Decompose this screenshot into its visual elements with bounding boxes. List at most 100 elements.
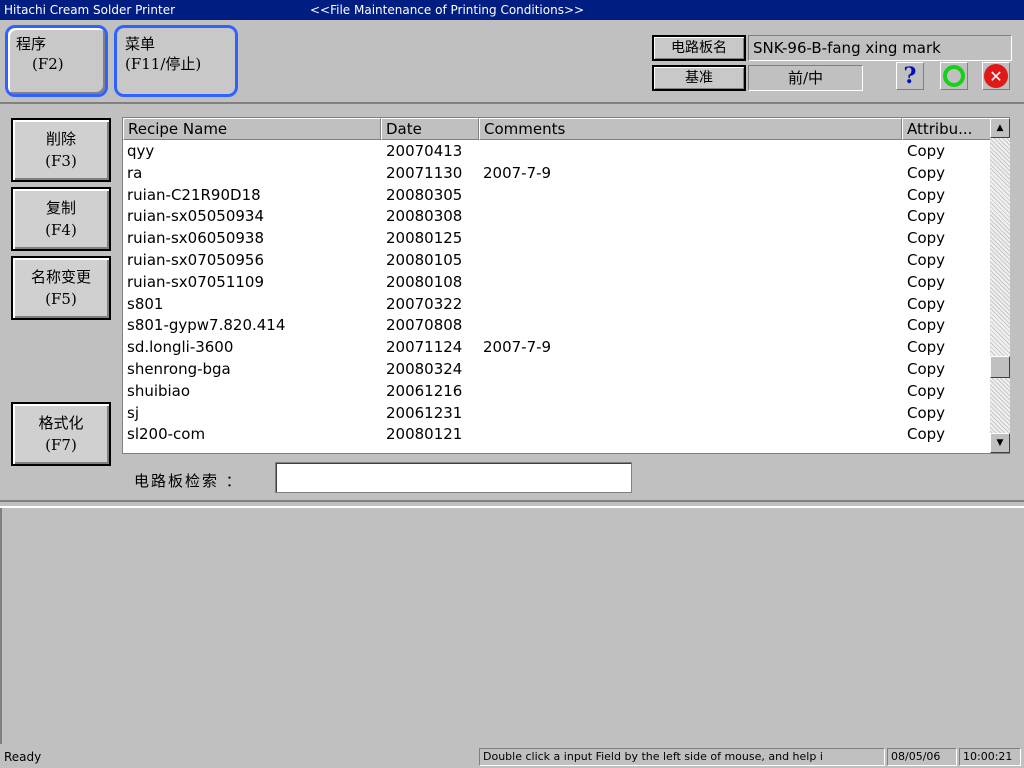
menu-mode-label: 菜单 bbox=[125, 35, 156, 53]
date-cell: 20061231 bbox=[386, 403, 463, 422]
arrow-down-icon: ▼ bbox=[996, 438, 1004, 448]
comment-cell: 2007-7-9 bbox=[483, 163, 552, 182]
recipe-name-cell: sj bbox=[127, 403, 139, 422]
title-bar: Hitachi Cream Solder Printer <<File Main… bbox=[0, 0, 1024, 20]
delete-button[interactable]: 削除 (F3) bbox=[11, 118, 111, 182]
table-row[interactable]: s801 20070322 Copy bbox=[123, 294, 991, 316]
attribute-cell: Copy bbox=[907, 425, 946, 444]
copy-button-key: (F4) bbox=[45, 221, 77, 239]
attribute-cell: Copy bbox=[907, 250, 946, 269]
arrow-up-icon: ▲ bbox=[996, 123, 1004, 133]
attribute-cell: Copy bbox=[907, 359, 946, 378]
table-row[interactable]: shuibiao 20061216 Copy bbox=[123, 381, 991, 403]
recipe-table: Recipe Name Date Comments Attribu... qyy… bbox=[122, 117, 1010, 454]
recipe-name-cell: ruian-sx05050934 bbox=[127, 207, 264, 226]
date-cell: 20080125 bbox=[386, 229, 463, 248]
scrollbar-thumb[interactable] bbox=[990, 356, 1010, 378]
attribute-cell: Copy bbox=[907, 207, 946, 226]
attribute-cell: Copy bbox=[907, 163, 946, 182]
table-row[interactable]: ruian-C21R90D18 20080305 Copy bbox=[123, 185, 991, 207]
status-hint: Double click a input Field by the left s… bbox=[479, 748, 885, 766]
attribute-cell: Copy bbox=[907, 185, 946, 204]
table-body: qyy 20070413 Copy ra 20071130 2007-7-9 Copy r… bbox=[123, 141, 991, 453]
attribute-cell: Copy bbox=[907, 229, 946, 248]
rename-button-label: 名称变更 bbox=[30, 268, 91, 286]
delete-button-key: (F3) bbox=[45, 152, 77, 170]
ok-circle-icon bbox=[943, 65, 965, 87]
table-header: Recipe Name Date Comments Attribu... bbox=[123, 118, 991, 140]
top-panel: 程序 (F2) 菜单 (F11/停止) 电路板名 SNK-96-B-fang x… bbox=[0, 20, 1024, 104]
table-row[interactable]: sl200-com 20080121 Copy bbox=[123, 424, 991, 446]
program-mode-label: 程序 bbox=[16, 35, 47, 53]
date-cell: 20080324 bbox=[386, 359, 463, 378]
table-row[interactable]: qyy 20070413 Copy bbox=[123, 141, 991, 163]
status-date: 08/05/06 bbox=[887, 748, 957, 766]
cancel-button[interactable]: ✕ bbox=[982, 62, 1010, 90]
copy-button-label: 复制 bbox=[45, 199, 76, 217]
table-row[interactable]: s801-gypw7.820.414 20070808 Copy bbox=[123, 315, 991, 337]
column-header-comments[interactable]: Comments bbox=[479, 118, 902, 140]
recipe-name-cell: sd.longli-3600 bbox=[127, 338, 234, 357]
attribute-cell: Copy bbox=[907, 272, 946, 291]
date-cell: 20080105 bbox=[386, 250, 463, 269]
status-ready-text: Ready bbox=[4, 750, 42, 764]
recipe-name-cell: ruian-sx07050956 bbox=[127, 250, 264, 269]
board-name-value[interactable]: SNK-96-B-fang xing mark bbox=[748, 35, 1012, 61]
attribute-cell: Copy bbox=[907, 381, 946, 400]
table-row[interactable]: shenrong-bga 20080324 Copy bbox=[123, 359, 991, 381]
column-header-attribute[interactable]: Attribu... bbox=[902, 118, 991, 140]
column-header-recipe-name[interactable]: Recipe Name bbox=[123, 118, 381, 140]
table-row[interactable]: ruian-sx06050938 20080125 Copy bbox=[123, 228, 991, 250]
column-header-date[interactable]: Date bbox=[381, 118, 479, 140]
rename-button-key: (F5) bbox=[45, 290, 77, 308]
date-cell: 20080108 bbox=[386, 272, 463, 291]
table-row[interactable]: ra 20071130 2007-7-9 Copy bbox=[123, 163, 991, 185]
table-row[interactable]: ruian-sx07051109 20080108 Copy bbox=[123, 272, 991, 294]
comment-cell: 2007-7-9 bbox=[483, 338, 552, 357]
status-bar: Ready Double click a input Field by the … bbox=[0, 746, 1024, 768]
recipe-name-cell: ruian-C21R90D18 bbox=[127, 185, 261, 204]
attribute-cell: Copy bbox=[907, 294, 946, 313]
program-mode-button[interactable]: 程序 (F2) bbox=[5, 25, 108, 97]
board-search-input[interactable] bbox=[275, 462, 632, 493]
menu-mode-button[interactable]: 菜单 (F11/停止) bbox=[114, 25, 238, 97]
reference-label: 基准 bbox=[652, 65, 746, 91]
date-cell: 20071130 bbox=[386, 163, 463, 182]
attribute-cell: Copy bbox=[907, 403, 946, 422]
panel-divider bbox=[0, 500, 1024, 508]
menu-mode-key: (F11/停止) bbox=[125, 55, 202, 73]
table-row[interactable]: sd.longli-3600 20071124 2007-7-9 Copy bbox=[123, 337, 991, 359]
date-cell: 20080305 bbox=[386, 185, 463, 204]
board-name-label: 电路板名 bbox=[652, 35, 746, 61]
board-search-label: 电路板检索 ： bbox=[134, 472, 243, 490]
screen-title: <<File Maintenance of Printing Condition… bbox=[310, 3, 585, 17]
recipe-name-cell: s801-gypw7.820.414 bbox=[127, 316, 286, 335]
copy-button[interactable]: 复制 (F4) bbox=[11, 187, 111, 251]
attribute-cell: Copy bbox=[907, 316, 946, 335]
recipe-name-cell: qyy bbox=[127, 142, 155, 160]
table-row[interactable]: sj 20061231 Copy bbox=[123, 403, 991, 425]
recipe-name-cell: shuibiao bbox=[127, 381, 191, 400]
table-row[interactable]: ruian-sx05050934 20080308 Copy bbox=[123, 206, 991, 228]
recipe-name-cell: ra bbox=[127, 163, 143, 182]
scroll-up-button[interactable]: ▲ bbox=[990, 118, 1010, 138]
attribute-cell: Copy bbox=[907, 338, 946, 357]
recipe-name-cell: sl200-com bbox=[127, 425, 206, 444]
reference-value: 前/中 bbox=[748, 65, 863, 91]
help-button[interactable]: ? bbox=[896, 62, 924, 90]
table-scrollbar[interactable]: ▲ ▼ bbox=[990, 118, 1010, 453]
date-cell: 20070322 bbox=[386, 294, 463, 313]
date-cell: 20080121 bbox=[386, 425, 463, 444]
date-cell: 20080308 bbox=[386, 207, 463, 226]
help-icon: ? bbox=[903, 63, 917, 89]
status-time: 10:00:21 bbox=[959, 748, 1021, 766]
attribute-cell: Copy bbox=[907, 142, 946, 160]
program-mode-key: (F2) bbox=[32, 55, 64, 73]
ok-button[interactable] bbox=[940, 62, 968, 90]
table-row[interactable]: ruian-sx07050956 20080105 Copy bbox=[123, 250, 991, 272]
format-button-label: 格式化 bbox=[38, 414, 84, 432]
rename-button[interactable]: 名称变更 (F5) bbox=[11, 256, 111, 320]
scroll-down-button[interactable]: ▼ bbox=[990, 433, 1010, 453]
format-button[interactable]: 格式化 (F7) bbox=[11, 402, 111, 466]
recipe-name-cell: ruian-sx07051109 bbox=[127, 272, 264, 291]
